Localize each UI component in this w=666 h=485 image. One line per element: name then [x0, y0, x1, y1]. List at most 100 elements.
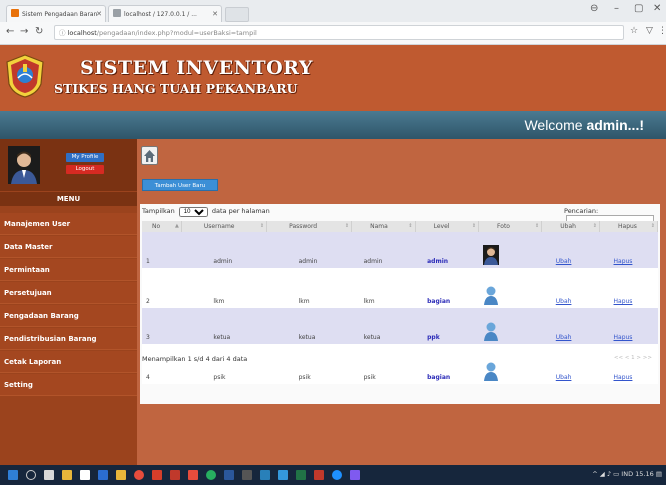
- page-length-select[interactable]: 10: [178, 207, 208, 217]
- sort-icon: ⇕: [259, 223, 265, 229]
- edge-icon[interactable]: [332, 470, 342, 480]
- sidebar-item-cetak-laporan[interactable]: Cetak Laporan: [0, 351, 137, 373]
- favicon-icon: [113, 9, 121, 17]
- welcome-prefix: Welcome: [524, 117, 587, 133]
- reload-icon[interactable]: ↻: [35, 26, 43, 37]
- column-header-label: Username: [203, 223, 235, 230]
- system-tray[interactable]: ^ ◢ ♪ ▭ IND 15.16 ▤: [592, 470, 662, 478]
- sidebar-item-data-master[interactable]: Data Master: [0, 236, 137, 258]
- new-tab-button[interactable]: [225, 7, 249, 22]
- search-icon[interactable]: [26, 470, 36, 480]
- user-box: My Profile Logout: [0, 139, 137, 191]
- edit-link[interactable]: Ubah: [556, 258, 572, 265]
- home-icon[interactable]: [141, 146, 158, 165]
- cell-password: ketua: [266, 308, 352, 344]
- column-header-foto[interactable]: Foto ⇕: [478, 221, 543, 232]
- search-label: Pencarian:: [564, 207, 599, 215]
- browser-menu-icon[interactable]: ⋮: [658, 26, 666, 36]
- url-host: localhost: [67, 29, 97, 37]
- excel-icon[interactable]: [296, 470, 306, 480]
- column-header-nama[interactable]: Nama ⇕: [351, 221, 416, 232]
- user-photo: [483, 286, 498, 305]
- edit-link[interactable]: Ubah: [556, 334, 572, 341]
- sidebar-item-setting[interactable]: Setting: [0, 374, 137, 396]
- pdf-icon[interactable]: [170, 470, 180, 480]
- tab-label: localhost / 127.0.0.1 / ...: [124, 11, 197, 18]
- column-header-username[interactable]: Username ⇕: [181, 221, 268, 232]
- windows-start-icon[interactable]: [8, 470, 18, 480]
- sort-icon: ▲: [175, 223, 179, 229]
- column-header-label: No: [152, 223, 161, 230]
- pagination[interactable]: << < 1 > >>: [614, 355, 652, 361]
- store-icon[interactable]: [80, 470, 90, 480]
- app-icon[interactable]: [206, 470, 216, 480]
- cell-nama: admin: [351, 232, 416, 268]
- tab-localhost[interactable]: localhost / 127.0.0.1 / ... ✕: [108, 5, 222, 23]
- cell-hapus: Hapus: [599, 268, 658, 308]
- site-title: SISTEM INVENTORY: [80, 57, 313, 79]
- column-header-ubah[interactable]: Ubah ⇕: [541, 221, 600, 232]
- delete-link[interactable]: Hapus: [614, 334, 633, 341]
- column-header-no[interactable]: No ▲: [142, 221, 182, 232]
- maximize-icon[interactable]: ▢: [634, 3, 643, 14]
- media-icon[interactable]: [188, 470, 198, 480]
- app-icon[interactable]: [152, 470, 162, 480]
- my-profile-button[interactable]: My Profile: [66, 153, 104, 162]
- cell-password: lkm: [266, 268, 352, 308]
- cell-no: 1: [142, 232, 182, 268]
- folder-icon[interactable]: [116, 470, 126, 480]
- close-window-icon[interactable]: ✕: [653, 3, 661, 14]
- edit-link[interactable]: Ubah: [556, 374, 572, 381]
- table-row: 2 lkm lkm lkm bagian Ubah Hapus: [142, 268, 658, 308]
- tab-label: Sistem Pengadaan Baran: [22, 11, 98, 18]
- minimize-icon[interactable]: –: [614, 3, 619, 14]
- sidebar-item-manajemen-user[interactable]: Manajemen User: [0, 213, 137, 235]
- edit-link[interactable]: Ubah: [556, 298, 572, 305]
- close-tab-icon[interactable]: ✕: [212, 6, 218, 23]
- column-header-password[interactable]: Password ⇕: [266, 221, 353, 232]
- column-header-level[interactable]: Level ⇕: [415, 221, 480, 232]
- table-row: 1 admin admin admin admin Ubah Hapus: [142, 232, 658, 268]
- cell-ubah: Ubah: [541, 232, 600, 268]
- app-icon[interactable]: [350, 470, 360, 480]
- column-header-label: Ubah: [560, 223, 576, 230]
- column-header-label: Password: [289, 223, 318, 230]
- sidebar-item-permintaan[interactable]: Permintaan: [0, 259, 137, 281]
- browser-tab-bar: Sistem Pengadaan Baran ✕ localhost / 127…: [0, 0, 666, 23]
- chrome-icon[interactable]: [134, 470, 144, 480]
- url-field[interactable]: ⓘ localhost/pengadaan/index.php?modul=us…: [54, 25, 624, 40]
- back-icon[interactable]: ←: [6, 26, 14, 37]
- cell-foto: [478, 344, 542, 384]
- sidebar-item-persetujuan[interactable]: Persetujuan: [0, 282, 137, 304]
- app-icon[interactable]: [260, 470, 270, 480]
- delete-link[interactable]: Hapus: [614, 298, 633, 305]
- cell-no: 2: [142, 268, 182, 308]
- mail-icon[interactable]: [98, 470, 108, 480]
- cell-ubah: Ubah: [541, 268, 600, 308]
- delete-link[interactable]: Hapus: [614, 258, 633, 265]
- file-explorer-icon[interactable]: [62, 470, 72, 480]
- tab-sistem-pengadaan[interactable]: Sistem Pengadaan Baran ✕: [6, 5, 106, 23]
- add-user-button[interactable]: Tambah User Baru: [142, 179, 218, 191]
- powerpoint-icon[interactable]: [314, 470, 324, 480]
- sidebar: My Profile Logout MENU Manajemen User Da…: [0, 139, 137, 465]
- cell-username: lkm: [181, 268, 267, 308]
- sidebar-item-pengadaan-barang[interactable]: Pengadaan Barang: [0, 305, 137, 327]
- logout-button[interactable]: Logout: [66, 165, 104, 174]
- forward-icon[interactable]: →: [20, 26, 28, 37]
- delete-link[interactable]: Hapus: [614, 374, 633, 381]
- app-icon[interactable]: [242, 470, 252, 480]
- column-header-label: Hapus: [618, 223, 637, 230]
- app-icon[interactable]: [278, 470, 288, 480]
- task-view-icon[interactable]: [44, 470, 54, 480]
- account-icon[interactable]: ⊖: [590, 3, 598, 14]
- cell-username: psik: [181, 344, 267, 384]
- column-header-hapus[interactable]: Hapus ⇕: [599, 221, 658, 232]
- user-photo: [483, 362, 498, 381]
- word-icon[interactable]: [224, 470, 234, 480]
- bookmark-star-icon[interactable]: ☆: [630, 26, 638, 36]
- extension-icon[interactable]: ▽: [646, 26, 653, 36]
- close-tab-icon[interactable]: ✕: [96, 6, 102, 23]
- user-avatar: [8, 146, 40, 184]
- sidebar-item-pendistribusian-barang[interactable]: Pendistribusian Barang: [0, 328, 137, 350]
